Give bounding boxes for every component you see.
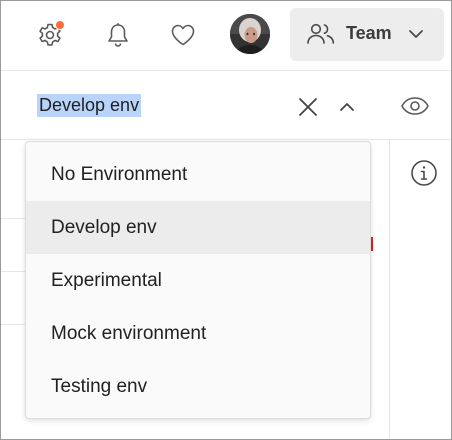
environment-search-input[interactable]: Develop env [37,94,277,120]
option-label: No Environment [51,163,188,185]
option-label: Testing env [51,375,148,397]
info-icon[interactable] [410,159,438,187]
bell-icon [106,22,130,48]
dropdown-option-mock-environment[interactable]: Mock environment [26,307,370,360]
background-row-divider [1,218,25,219]
dropdown-option-testing-env[interactable]: Testing env [26,360,370,413]
background-indicator [371,237,373,251]
environment-search-row: Develop env [1,72,451,140]
selected-environment-text: Develop env [37,94,142,117]
chevron-down-icon [408,26,424,44]
dropdown-option-experimental[interactable]: Experimental [26,254,370,307]
background-row-divider [1,271,25,272]
app-window: Team Develop env No Environment Develop … [0,0,452,440]
settings-button[interactable] [32,17,68,53]
notification-badge [55,20,65,30]
team-switcher-button[interactable]: Team [290,8,444,61]
avatar[interactable] [230,14,270,54]
notifications-button[interactable] [100,17,136,53]
option-label: Mock environment [51,322,207,344]
option-label: Develop env [51,216,157,238]
close-icon[interactable] [297,96,319,118]
dropdown-option-no-environment[interactable]: No Environment [26,148,370,201]
eye-icon[interactable] [400,95,430,117]
option-label: Experimental [51,269,162,291]
top-header: Team [1,1,451,71]
favorites-button[interactable] [165,17,201,53]
team-icon [306,22,336,51]
panel-divider [389,140,390,439]
chevron-up-icon[interactable] [337,98,357,116]
dropdown-option-develop-env[interactable]: Develop env [26,201,370,254]
team-label: Team [346,23,392,43]
environment-dropdown: No Environment Develop env Experimental … [25,141,371,419]
heart-icon [170,23,196,47]
background-row-divider [1,324,25,325]
